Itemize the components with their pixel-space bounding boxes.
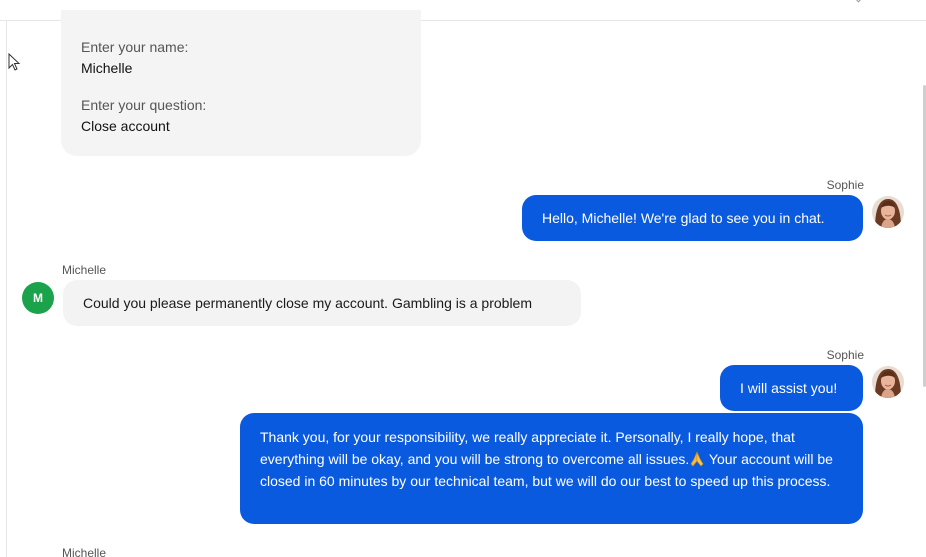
folded-hands-icon [690, 451, 704, 467]
user-avatar: M [22, 282, 54, 314]
divider [6, 20, 7, 557]
chevron-down-icon[interactable] [853, 0, 864, 3]
question-label: Enter your question: [81, 97, 207, 113]
sender-name: Michelle [62, 546, 107, 557]
agent-message-bubble: Hello, Michelle! We're glad to see you i… [522, 195, 863, 241]
name-value: Michelle [81, 60, 133, 76]
agent-avatar [872, 366, 904, 398]
pre-chat-form-card: Enter your name: Michelle Enter your que… [61, 10, 421, 156]
question-value: Close account [81, 118, 170, 134]
agent-avatar [872, 196, 904, 228]
user-message-bubble: Could you please permanently close my ac… [63, 280, 581, 326]
agent-message-bubble: I will assist you! [720, 365, 863, 411]
message-text: Could you please permanently close my ac… [83, 295, 533, 311]
agent-message-bubble: Thank you, for your responsibility, we r… [240, 413, 863, 524]
sender-name: Sophie [826, 348, 864, 362]
mouse-cursor-icon [8, 53, 21, 71]
name-label: Enter your name: [81, 39, 189, 55]
chat-window: Enter your name: Michelle Enter your que… [0, 0, 926, 557]
message-text: I will assist you! [740, 380, 838, 396]
sender-name: Michelle [62, 263, 107, 277]
message-text: Hello, Michelle! We're glad to see you i… [542, 210, 825, 226]
sender-name: Sophie [826, 178, 864, 192]
